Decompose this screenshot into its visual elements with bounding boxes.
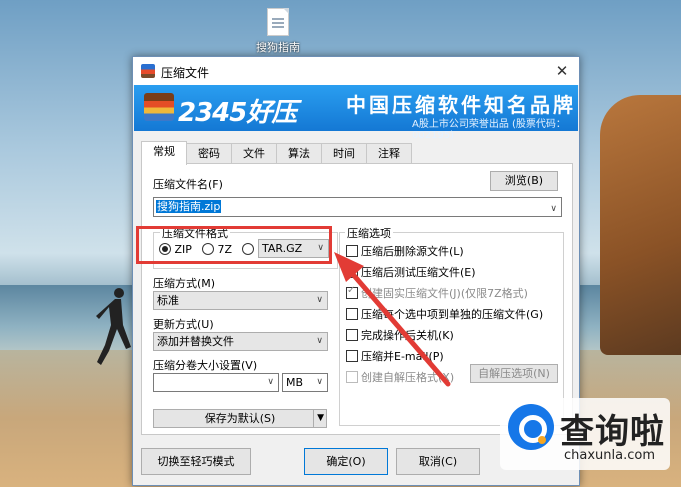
close-button[interactable]: ✕: [551, 61, 573, 81]
annotation-arrow-icon: [334, 252, 451, 387]
save-default-button[interactable]: 保存为默认(S) ▼: [153, 409, 327, 428]
wallpaper-cliff: [600, 95, 681, 355]
title-bar[interactable]: 压缩文件 ✕: [133, 57, 579, 85]
watermark-url: chaxunla.com: [564, 448, 655, 463]
watermark-title: 查询啦: [560, 412, 665, 452]
tab-comment[interactable]: 注释: [366, 143, 412, 164]
chevron-down-icon[interactable]: ∨: [550, 200, 557, 218]
update-label: 更新方式(U): [153, 318, 214, 331]
desktop-file-label: 搜狗指南: [256, 41, 300, 54]
document-icon: [267, 8, 289, 36]
ok-button[interactable]: 确定(O): [304, 448, 388, 475]
switch-lite-mode-button[interactable]: 切换至轻巧模式: [141, 448, 251, 475]
chevron-down-icon: ∨: [267, 377, 274, 387]
wallpaper-runner: [96, 288, 131, 365]
desktop-file-icon[interactable]: 搜狗指南: [248, 8, 308, 55]
tab-time[interactable]: 时间: [321, 143, 367, 164]
cancel-button[interactable]: 取消(C): [396, 448, 480, 475]
filename-label: 压缩文件名(F): [153, 178, 223, 191]
method-select[interactable]: 标准 ∨: [153, 291, 328, 310]
update-select[interactable]: 添加并替换文件 ∨: [153, 332, 328, 351]
sfx-options-button[interactable]: 自解压选项(N): [470, 364, 558, 383]
window-title: 压缩文件: [161, 66, 210, 80]
filename-input[interactable]: 搜狗指南.zip ∨: [153, 197, 562, 217]
app-icon: [141, 64, 155, 78]
watermark: 查询啦 chaxunla.com: [500, 398, 670, 470]
brand-banner: 2345好压 中国压缩软件知名品牌 A股上市公司荣誉出品 (股票代码：00219…: [134, 85, 578, 141]
brand-slogan: 中国压缩软件知名品牌: [346, 93, 576, 117]
tab-general[interactable]: 常规: [141, 141, 187, 165]
search-logo-icon: [508, 404, 554, 450]
tab-algorithm[interactable]: 算法: [276, 143, 322, 164]
tab-files[interactable]: 文件: [231, 143, 277, 164]
filename-value: 搜狗指南.zip: [156, 200, 222, 213]
brand-logo-text: 2345好压: [178, 98, 297, 128]
tab-password[interactable]: 密码: [186, 143, 232, 164]
highlight-box: [136, 226, 332, 264]
split-label: 压缩分卷大小设置(V): [153, 359, 258, 372]
dropdown-arrow-icon[interactable]: ▼: [313, 410, 324, 427]
options-group-label: 压缩选项: [345, 225, 393, 241]
archive-logo-icon: [144, 93, 174, 121]
split-size-input[interactable]: ∨: [153, 373, 279, 392]
method-label: 压缩方式(M): [153, 277, 216, 290]
brand-sub-slogan: A股上市公司荣誉出品 (股票代码：002195): [412, 119, 566, 141]
browse-button[interactable]: 浏览(B): [490, 171, 558, 191]
